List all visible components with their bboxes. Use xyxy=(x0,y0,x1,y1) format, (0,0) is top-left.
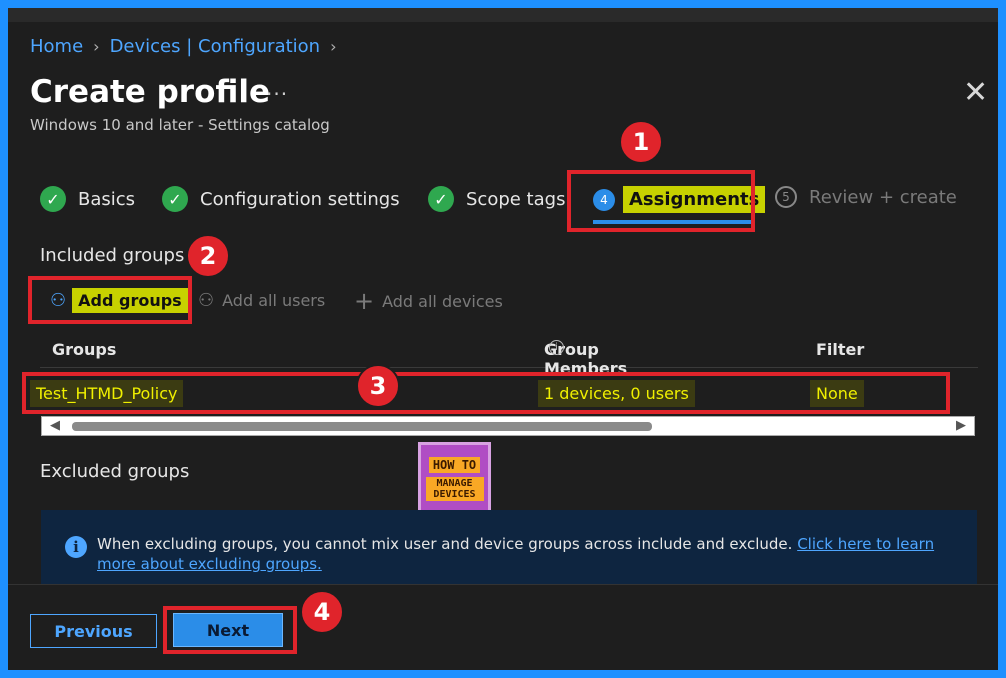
breadcrumb-devices-configuration[interactable]: Devices | Configuration xyxy=(110,36,321,57)
included-groups-heading: Included groups xyxy=(40,245,185,266)
groups-table-header: Groups Group Members i Filter xyxy=(40,340,978,378)
close-icon[interactable]: ✕ xyxy=(963,78,988,108)
create-profile-blade: Home › Devices | Configuration › Create … xyxy=(8,8,998,670)
checkmark-icon: ✓ xyxy=(428,186,454,212)
chevron-right-icon: › xyxy=(93,37,100,56)
column-filter[interactable]: Filter xyxy=(816,340,864,359)
scroll-left-icon[interactable]: ◀ xyxy=(50,418,60,433)
info-message-bar: i When excluding groups, you cannot mix … xyxy=(41,510,977,584)
annotation-badge-2: 2 xyxy=(186,234,230,278)
add-all-users-button[interactable]: ⚇ Add all users xyxy=(198,290,325,311)
add-all-devices-label: Add all devices xyxy=(382,291,503,311)
checkmark-icon: ✓ xyxy=(162,186,188,212)
info-message: When excluding groups, you cannot mix us… xyxy=(97,534,957,574)
info-message-text: When excluding groups, you cannot mix us… xyxy=(97,535,793,553)
annotation-box-next xyxy=(163,606,297,654)
annotation-badge-3: 3 xyxy=(356,364,400,408)
scroll-thumb[interactable] xyxy=(72,422,652,431)
horizontal-scrollbar[interactable]: ◀ ▶ xyxy=(41,416,975,436)
annotation-box-add-groups xyxy=(28,276,192,324)
step-label: Configuration settings xyxy=(200,188,400,210)
step-label: Basics xyxy=(78,188,136,210)
step-configuration-settings[interactable]: ✓ Configuration settings xyxy=(162,186,400,212)
breadcrumb: Home › Devices | Configuration › xyxy=(30,36,336,57)
step-number-icon: 5 xyxy=(775,186,797,208)
users-icon: ⚇ xyxy=(198,290,215,311)
plus-icon: + xyxy=(354,287,375,315)
excluded-groups-heading: Excluded groups xyxy=(40,461,190,482)
add-all-devices-button[interactable]: + Add all devices xyxy=(354,287,503,315)
scroll-right-icon[interactable]: ▶ xyxy=(956,418,966,433)
page-subtitle: Windows 10 and later - Settings catalog xyxy=(30,116,330,134)
annotation-box-group-row xyxy=(22,372,950,414)
info-icon: i xyxy=(65,536,87,558)
step-basics[interactable]: ✓ Basics xyxy=(40,186,135,212)
column-groups[interactable]: Groups xyxy=(52,340,116,359)
info-icon[interactable]: i xyxy=(549,340,564,355)
annotation-badge-4: 4 xyxy=(300,590,344,634)
step-scope-tags[interactable]: ✓ Scope tags xyxy=(428,186,565,212)
how-to-manage-devices-logo: HOW TO MANAGE DEVICES xyxy=(418,442,491,515)
page-title: Create profile xyxy=(30,74,271,110)
more-options-icon[interactable]: ··· xyxy=(266,82,288,106)
step-label: Review + create xyxy=(809,186,957,208)
step-review-create[interactable]: 5 Review + create xyxy=(775,186,957,208)
annotation-box-assignments xyxy=(567,170,755,232)
previous-button[interactable]: Previous xyxy=(30,614,157,648)
top-strip xyxy=(8,8,998,22)
logo-text-top: HOW TO xyxy=(428,456,481,473)
add-all-users-label: Add all users xyxy=(222,291,326,310)
logo-text-bottom: MANAGE DEVICES xyxy=(425,476,484,501)
annotation-badge-1: 1 xyxy=(619,120,663,164)
breadcrumb-home[interactable]: Home xyxy=(30,36,83,57)
checkmark-icon: ✓ xyxy=(40,186,66,212)
chevron-right-icon: › xyxy=(330,37,337,56)
step-label: Scope tags xyxy=(466,188,566,210)
